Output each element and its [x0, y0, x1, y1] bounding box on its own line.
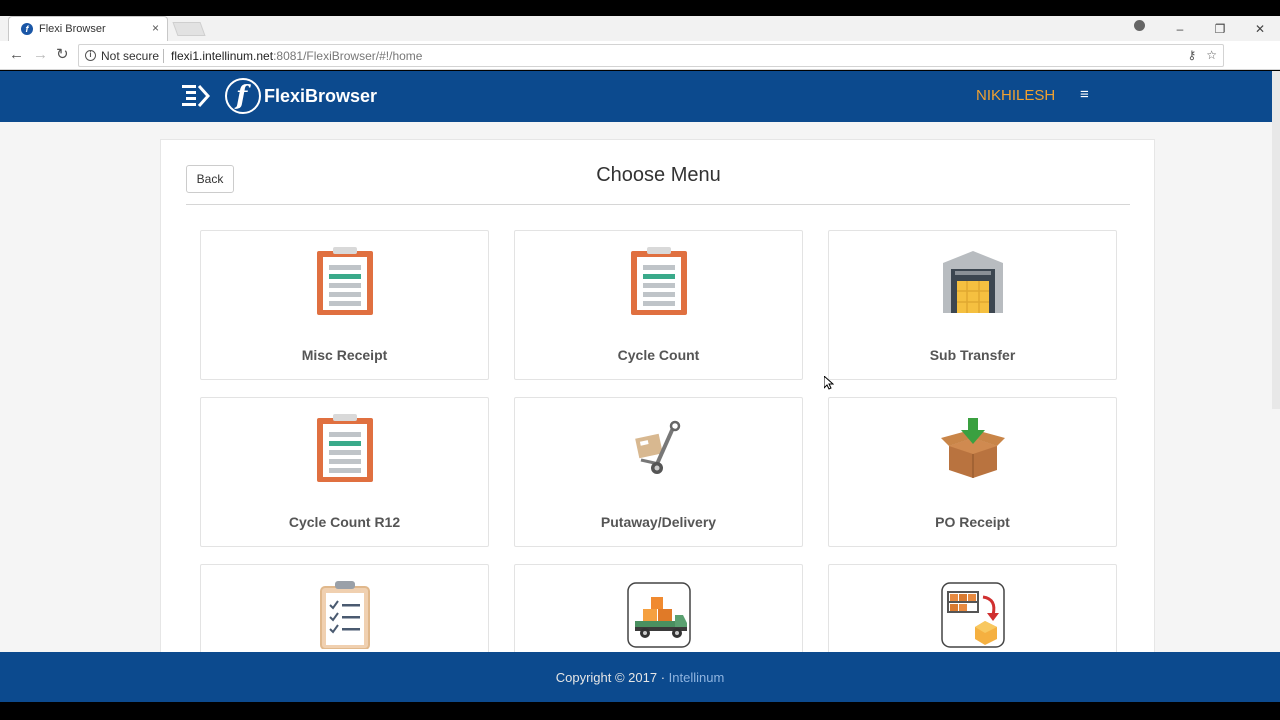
security-status: Not secure [101, 49, 160, 63]
tile-sub-transfer[interactable]: Sub Transfer [828, 230, 1117, 380]
omnibox-divider [163, 49, 164, 63]
tile-label: Sub Transfer [929, 347, 1016, 363]
app-logo-text: FlexiBrowser [264, 86, 378, 106]
mouse-cursor-icon [824, 376, 834, 390]
address-bar[interactable]: i Not secure flexi1.intellinum.net:8081/… [78, 44, 1224, 67]
tile-putaway-delivery[interactable]: Putaway/Delivery [514, 397, 803, 547]
tile-misc-receipt[interactable]: Misc Receipt [200, 230, 489, 380]
url-text[interactable]: flexi1.intellinum.net:8081/FlexiBrowser/… [171, 49, 422, 63]
browser-window: f Flexi Browser × – ❐ ✕ ← → ↻ i Not secu… [0, 0, 1280, 720]
tile-label: Cycle Count [617, 347, 700, 363]
bottom-bar [0, 702, 1280, 720]
clipboard-icon [317, 414, 373, 482]
tab-title: Flexi Browser [39, 23, 106, 35]
menu-arrow-logo-icon [182, 84, 211, 108]
tab-strip: f Flexi Browser × – ❐ ✕ [0, 16, 1280, 41]
page-title: Choose Menu [596, 164, 721, 186]
menu-panel: Back Choose Menu Misc Receipt Cycle Coun… [160, 139, 1155, 702]
tab-close-icon[interactable]: × [152, 21, 159, 35]
window-controls: – ❐ ✕ [1160, 16, 1280, 41]
info-icon[interactable]: i [85, 50, 96, 61]
new-tab-button[interactable] [172, 22, 206, 36]
page-viewport: f FlexiBrowser NIKHILESH ≡ Back Choose M… [0, 71, 1280, 702]
title-bar [0, 0, 1280, 16]
omnibox-actions: ⚷ ☆ [1187, 48, 1217, 62]
delivery-truck-icon [627, 582, 691, 648]
reload-icon[interactable]: ↻ [56, 47, 69, 63]
profile-icon[interactable] [1134, 20, 1145, 31]
clipboard-icon [631, 247, 687, 315]
minimize-button[interactable]: – [1160, 22, 1200, 36]
hand-truck-icon [635, 420, 681, 474]
footer-brand-link[interactable]: Intellinum [669, 670, 725, 685]
title-divider [186, 204, 1130, 205]
tab-flexi-browser[interactable]: f Flexi Browser × [8, 16, 168, 41]
address-toolbar: ← → ↻ i Not secure flexi1.intellinum.net… [0, 41, 1280, 103]
shelf-transfer-icon [941, 582, 1005, 648]
tile-label: Misc Receipt [301, 347, 388, 363]
clipboard-icon [317, 247, 373, 315]
warehouse-icon [943, 251, 1003, 313]
tile-cycle-count[interactable]: Cycle Count [514, 230, 803, 380]
key-icon[interactable]: ⚷ [1187, 48, 1196, 62]
flexi-favicon-icon: f [21, 23, 33, 35]
tile-label: Putaway/Delivery [600, 514, 717, 530]
forward-arrow-icon[interactable]: → [33, 47, 48, 63]
copyright-text: Copyright © 2017 · [555, 670, 669, 685]
user-name[interactable]: NIKHILESH [976, 87, 1055, 104]
checklist-icon [320, 581, 370, 649]
flexi-logo-icon: f [225, 78, 261, 114]
tile-po-receipt[interactable]: PO Receipt [828, 397, 1117, 547]
url-path: :8081/FlexiBrowser/#!/home [273, 49, 423, 63]
page-footer: Copyright © 2017 · Intellinum [0, 652, 1280, 702]
back-arrow-icon[interactable]: ← [9, 47, 24, 63]
restore-button[interactable]: ❐ [1200, 22, 1240, 36]
box-download-icon [941, 418, 1005, 478]
hamburger-icon[interactable]: ≡ [1080, 86, 1089, 103]
tile-label: Cycle Count R12 [288, 514, 401, 530]
page-scrollbar[interactable] [1272, 71, 1280, 409]
tile-cycle-count-r12[interactable]: Cycle Count R12 [200, 397, 489, 547]
star-icon[interactable]: ☆ [1206, 48, 1217, 62]
close-window-button[interactable]: ✕ [1240, 22, 1280, 36]
app-header: f FlexiBrowser NIKHILESH ≡ [0, 71, 1280, 122]
tile-label: PO Receipt [935, 514, 1010, 530]
url-host: flexi1.intellinum.net [171, 49, 274, 63]
